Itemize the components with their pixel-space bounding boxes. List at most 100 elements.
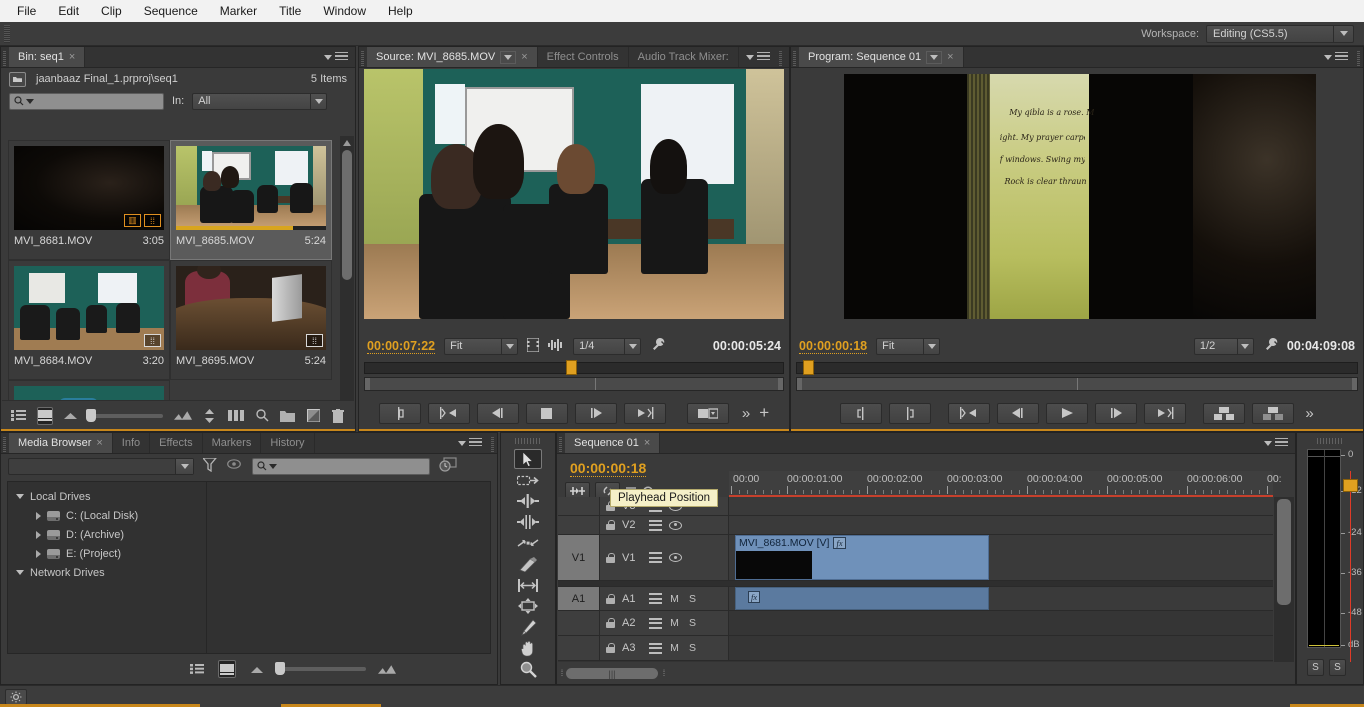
panel-grip[interactable] [557,433,565,453]
playhead-handle[interactable] [1343,479,1358,492]
bin-search-field[interactable] [36,95,156,107]
solo-button[interactable]: S [687,593,698,605]
sync-icon[interactable] [649,519,662,531]
program-playhead-timecode[interactable]: 00:00:00:18 [799,339,868,354]
media-browser-search-input[interactable] [252,457,430,475]
wrench-icon[interactable] [1263,337,1278,355]
timeline-playhead[interactable] [1350,471,1351,662]
lock-icon[interactable] [606,520,615,530]
tab-effects[interactable]: Effects [150,433,203,453]
play-button[interactable] [574,402,617,424]
tab-bin-seq1[interactable]: Bin: seq1 × [9,47,86,67]
mark-out-button[interactable] [889,402,932,424]
scrollbar-thumb[interactable]: ||| [566,667,658,679]
tree-item-local-drives[interactable]: Local Drives [8,487,206,506]
rate-stretch-tool[interactable] [514,533,542,553]
zoom-out-icon[interactable] [64,407,78,425]
source-track-indicator[interactable] [558,611,600,635]
chevron-down-icon[interactable] [501,338,517,354]
icon-view-icon[interactable] [37,406,53,425]
program-quality-select[interactable]: 1/2 [1193,337,1254,355]
chevron-down-icon[interactable] [624,338,640,354]
parent-bin-icon[interactable] [9,71,26,87]
sync-icon[interactable] [649,552,662,563]
scrollbar-thumb[interactable] [342,150,352,280]
thumbnail-zoom-slider[interactable] [275,662,366,675]
tab-info[interactable]: Info [112,433,151,453]
source-quality-select[interactable]: 1/4 [573,337,642,355]
source-fit-select[interactable]: Fit [444,337,519,355]
panel-menu-button[interactable] [738,47,777,67]
sync-icon[interactable] [649,593,662,604]
panel-grip[interactable] [1317,436,1343,446]
go-to-in-button[interactable] [948,402,991,424]
tree-item-c-drive[interactable]: C: (Local Disk) [8,506,206,525]
tab-audio-track-mixer[interactable]: Audio Track Mixer: [628,47,739,67]
slip-tool[interactable] [514,575,542,595]
tree-item-d-drive[interactable]: D: (Archive) [8,525,206,544]
solo-button[interactable]: S [687,642,698,654]
lock-icon[interactable] [606,593,615,604]
track-select-tool[interactable] [514,470,542,490]
insert-button[interactable] [686,402,729,424]
ripple-edit-tool[interactable] [514,491,542,511]
chevron-down-icon[interactable] [175,458,193,474]
new-item-icon[interactable] [306,407,320,425]
menu-item-title[interactable]: Title [268,2,312,20]
close-icon[interactable]: × [96,437,102,449]
menu-item-edit[interactable]: Edit [47,2,90,20]
tab-markers[interactable]: Markers [202,433,262,453]
clear-icon[interactable] [331,407,345,425]
panel-grip[interactable] [1,433,9,453]
go-to-out-button[interactable] [623,402,666,424]
go-to-out-button[interactable] [1144,402,1187,424]
media-browser-file-list[interactable] [207,481,491,654]
timeline-vertical-scrollbar[interactable] [1274,497,1294,662]
recent-icon[interactable] [439,457,457,475]
solo-button[interactable]: S [687,617,698,629]
new-bin-icon[interactable] [280,407,296,425]
source-playhead-timecode[interactable]: 00:00:07:22 [367,339,436,354]
zoom-in-icon[interactable] [378,660,396,678]
audio-waveform-icon[interactable] [548,338,564,354]
razor-tool[interactable] [514,554,542,574]
timeline-clip-audio[interactable]: fx [735,587,989,610]
panel-menu-button[interactable] [451,433,489,453]
eye-icon[interactable] [669,520,682,530]
source-track-indicator[interactable]: V1 [558,535,600,580]
icon-view-icon[interactable] [218,660,236,678]
bin-vertical-scrollbar[interactable] [340,136,354,400]
timeline-track-a3[interactable]: A3 M S [558,636,1273,661]
panel-grip[interactable] [515,436,541,446]
bin-in-select[interactable]: All [192,92,328,110]
mute-button[interactable]: M [669,593,680,605]
program-scrub-bar[interactable] [796,360,1358,375]
lock-icon[interactable] [606,618,615,628]
tab-history[interactable]: History [261,433,315,453]
zoom-tool[interactable] [514,659,542,679]
program-fit-select[interactable]: Fit [876,337,941,355]
selection-tool[interactable] [514,449,542,469]
filter-icon[interactable] [201,456,218,475]
step-back-button[interactable] [476,402,519,424]
media-browser-tree[interactable]: Local Drives C: (Local Disk) D: (Archive… [7,481,207,654]
timeline-horizontal-scrollbar[interactable]: ⁞ ||| ⁞ [558,663,1273,683]
tab-media-browser[interactable]: Media Browser × [9,433,113,453]
solo-button-right[interactable]: S [1329,659,1346,676]
menu-item-help[interactable]: Help [377,2,424,20]
bin-clip-item[interactable]: ▥ ⁞⁞ MVI_8681.MOV 3:05 [8,140,170,260]
bin-clip-item[interactable]: MVI_8685.MOV 5:24 [170,140,332,260]
close-icon[interactable]: × [69,51,75,63]
scrollbar-thumb[interactable] [1277,499,1291,605]
mute-button[interactable]: M [669,617,680,629]
program-time-ruler[interactable] [796,377,1358,391]
panel-menu-button[interactable] [1317,47,1355,67]
panel-grip[interactable] [1,47,9,67]
program-monitor-image[interactable]: My qibla is a rose. My ight. My prayer c… [844,74,1316,319]
timeline-track-v2[interactable]: V2 [558,516,1273,535]
source-monitor-image[interactable] [364,69,784,319]
workspace-select[interactable]: Editing (CS5.5) [1206,24,1354,43]
tab-effect-controls[interactable]: Effect Controls [537,47,629,67]
mute-button[interactable]: M [669,642,680,654]
menu-item-file[interactable]: File [6,2,47,20]
